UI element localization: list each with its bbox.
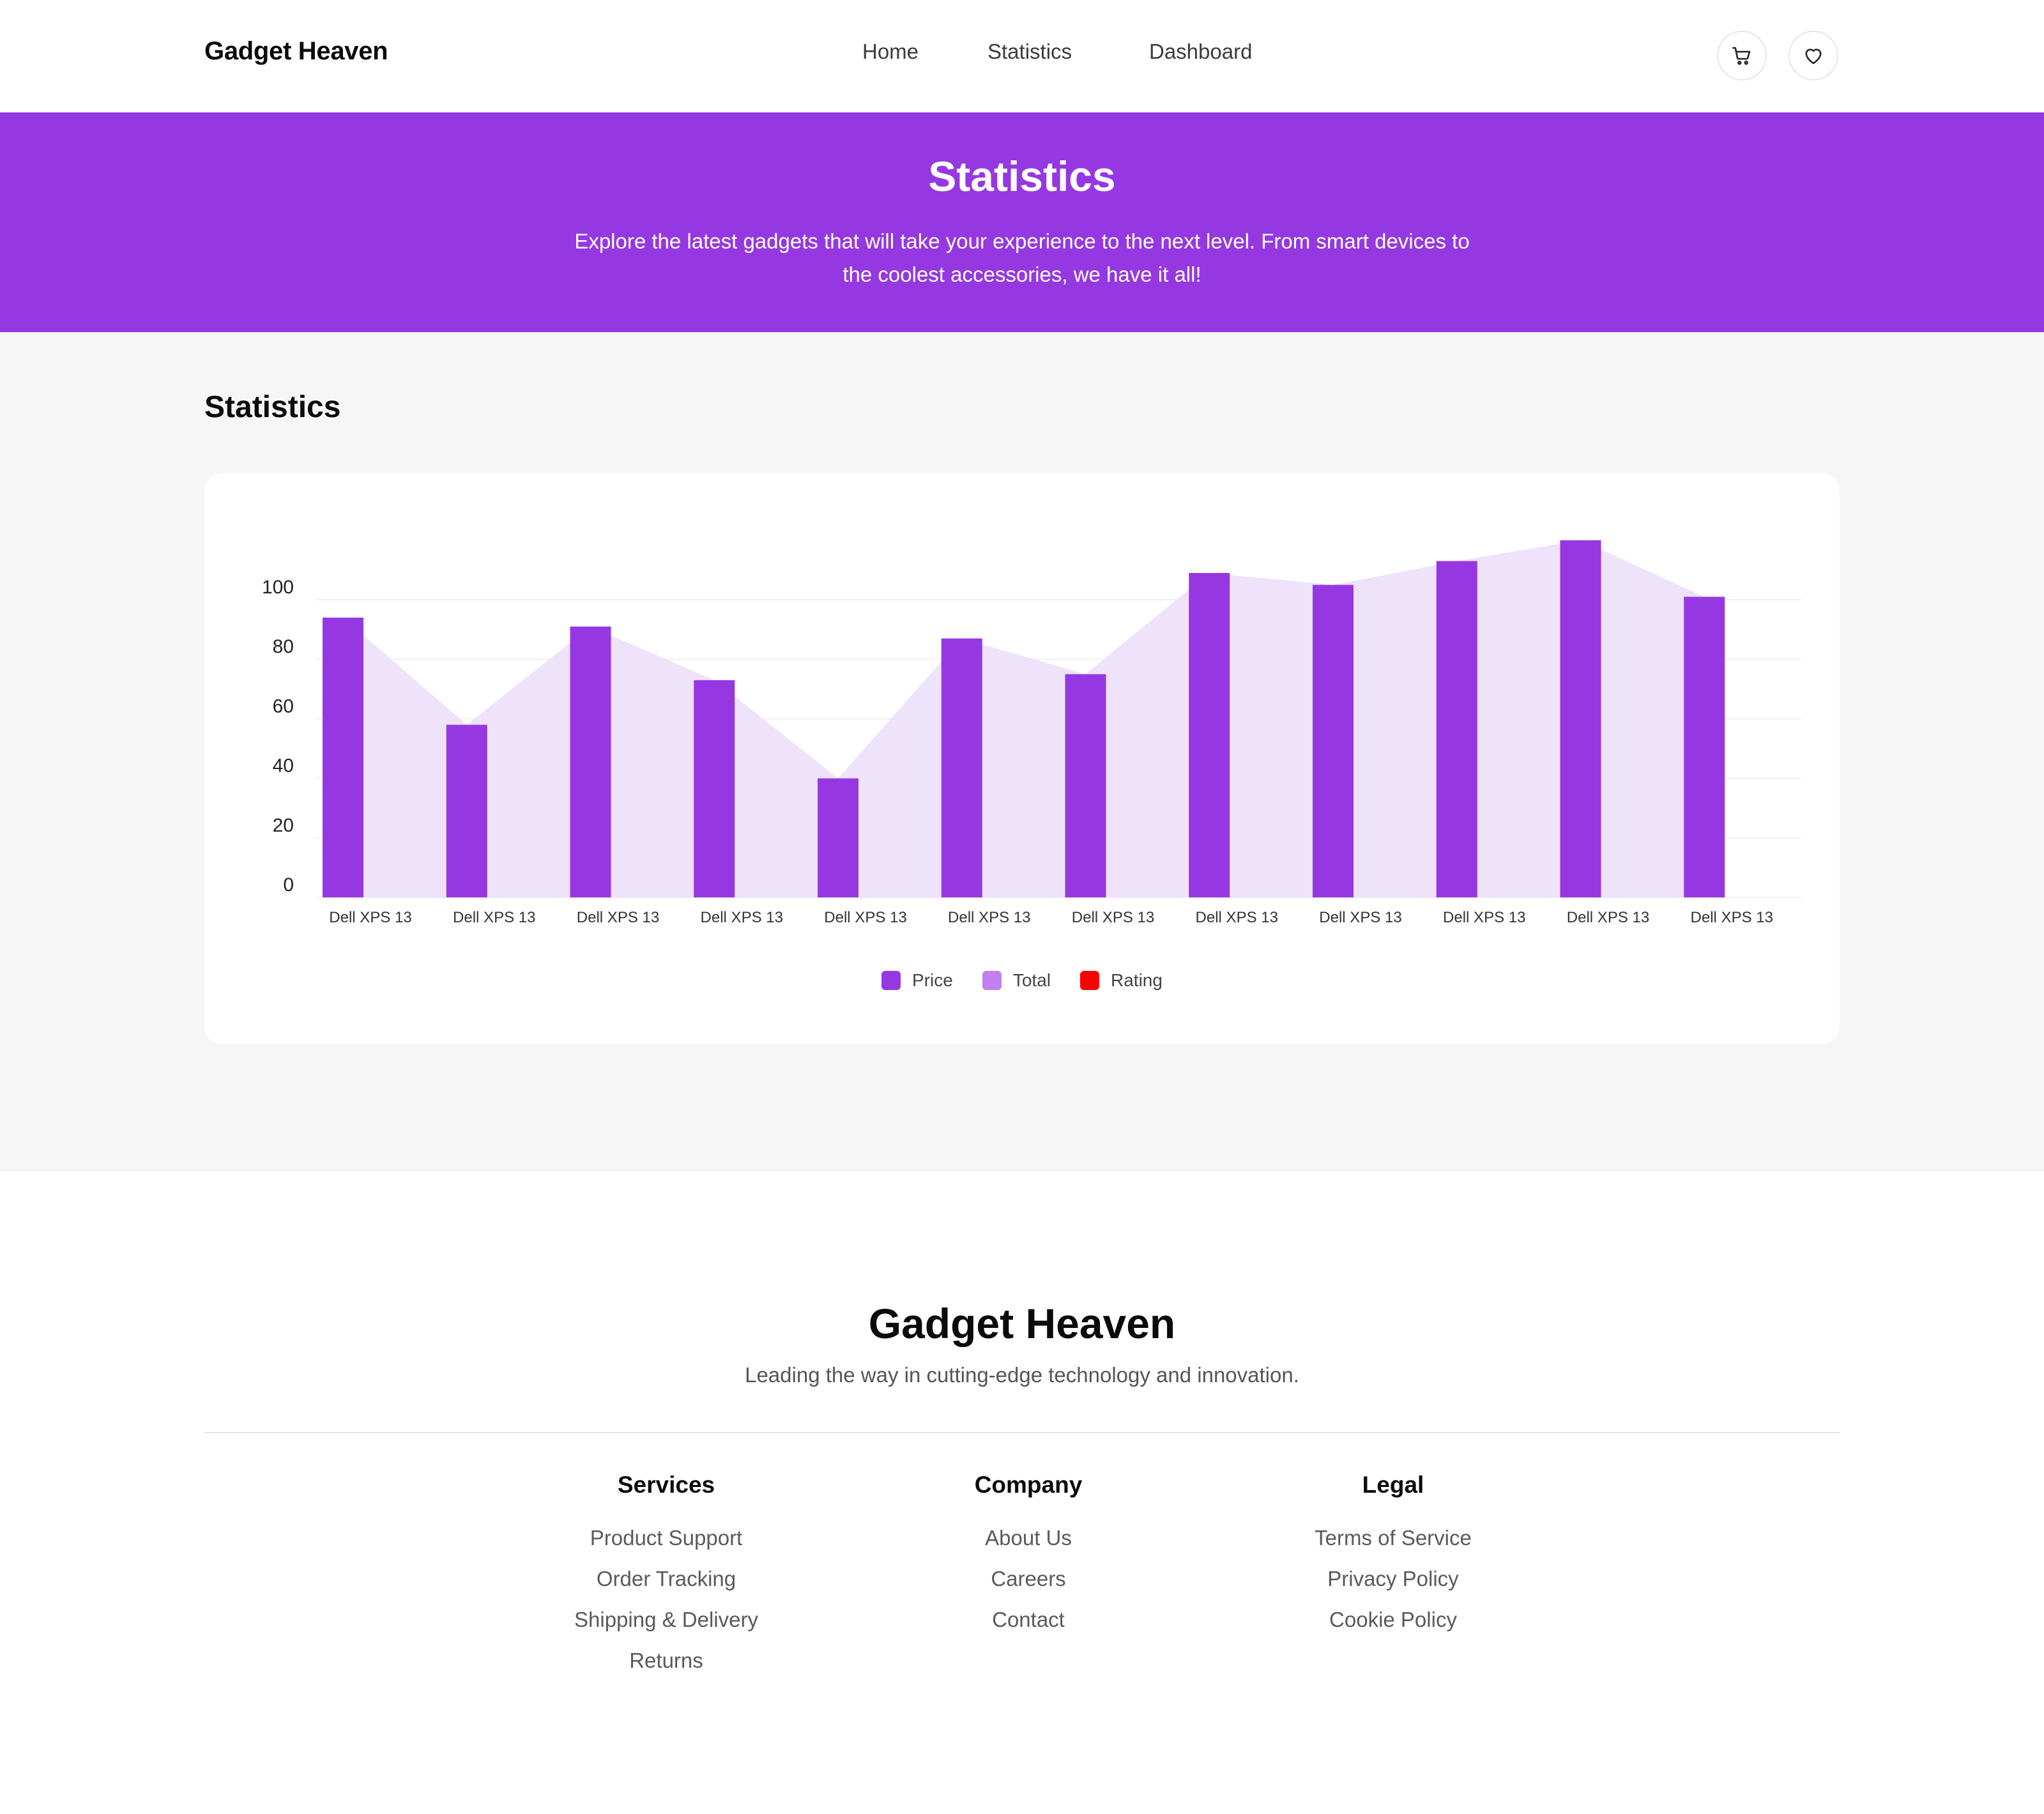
footer-column-title: Legal [1362,1472,1424,1498]
x-tick-label: Dell XPS 13 [1319,909,1401,926]
price-bar [446,724,487,897]
x-tick-label: Dell XPS 13 [1443,909,1525,926]
x-tick-label: Dell XPS 13 [329,909,411,926]
hero-banner: Statistics Explore the latest gadgets th… [0,112,2044,332]
legend-label-price: Price [912,970,953,990]
section-title: Statistics [204,390,341,424]
banner-subtitle: Explore the latest gadgets that will tak… [511,225,1533,291]
legend-item-price[interactable]: Price [881,968,953,993]
x-tick-label: Dell XPS 13 [1691,909,1773,926]
nav-link-dashboard[interactable]: Dashboard [1149,40,1252,64]
main-content: Statistics 0 20 40 60 80 100 Dell XPS 13 Dell X… [0,332,2044,1171]
nav-link-home[interactable]: Home [862,40,919,64]
footer-link-cookie-policy[interactable]: Cookie Policy [1233,1599,1553,1640]
banner-subtitle-line: Explore the latest gadgets that will tak… [574,229,1470,253]
y-tick-label: 0 [283,874,294,896]
x-tick-label: Dell XPS 13 [1567,909,1649,926]
legend-swatch-rating [1080,971,1099,990]
price-bar [818,778,858,897]
total-area-series [343,540,1705,897]
price-bar [1065,674,1106,897]
x-tick-label: Dell XPS 13 [453,909,535,926]
y-tick-label: 60 [273,696,294,717]
price-bar [1313,584,1354,897]
footer-column-title: Company [974,1472,1083,1498]
y-tick-label: 80 [273,636,294,657]
price-bar [1436,561,1477,897]
cart-button[interactable] [1717,31,1767,80]
footer-link-product-support[interactable]: Product Support [507,1518,826,1559]
wishlist-button[interactable] [1788,31,1838,80]
footer-link-order-tracking[interactable]: Order Tracking [507,1559,826,1599]
price-bar [570,626,611,897]
footer: Gadget Heaven Leading the way in cutting… [0,1171,2044,1814]
footer-link-returns[interactable]: Returns [507,1640,826,1681]
footer-link-contact[interactable]: Contact [869,1599,1188,1640]
legend-swatch-total [982,971,1002,990]
statistics-chart: 0 20 40 60 80 100 Dell XPS 13 Dell XPS 13 Dell X… [262,540,1801,926]
x-tick-label: Dell XPS 13 [701,909,783,926]
footer-column-title: Services [617,1472,715,1498]
chart-legend: Price Total Rating [204,968,1840,993]
y-tick-label: 100 [262,577,294,598]
navbar: Gadget Heaven Home Statistics Dashboard [0,0,2044,112]
footer-column-services: Services Product Support Order Tracking … [507,1472,826,1681]
footer-column-company: Company About Us Careers Contact [869,1472,1188,1640]
price-bar [323,617,363,897]
legend-item-total[interactable]: Total [982,968,1051,993]
chart-card: 0 20 40 60 80 100 Dell XPS 13 Dell XPS 13 Dell X… [204,473,1840,1044]
footer-divider [204,1432,1840,1433]
heart-icon [1805,49,1822,65]
price-bar [941,638,982,897]
legend-label-rating: Rating [1111,970,1163,990]
footer-link-careers[interactable]: Careers [869,1559,1188,1599]
footer-tagline: Leading the way in cutting-edge technolo… [745,1363,1299,1387]
footer-link-terms-of-service[interactable]: Terms of Service [1233,1518,1553,1559]
price-bar [1189,573,1230,897]
footer-brand: Gadget Heaven [868,1300,1176,1347]
cart-icon [1732,47,1751,65]
y-tick-label: 20 [273,815,294,836]
price-bar [1684,597,1725,897]
price-bar [1560,540,1601,897]
x-tick-label: Dell XPS 13 [948,909,1030,926]
x-tick-label: Dell XPS 13 [1196,909,1278,926]
price-bar [694,680,735,897]
legend-label-total: Total [1012,970,1051,990]
footer-column-legal: Legal Terms of Service Privacy Policy Co… [1233,1472,1553,1640]
footer-link-shipping-delivery[interactable]: Shipping & Delivery [507,1599,826,1640]
legend-item-rating[interactable]: Rating [1080,968,1163,993]
legend-swatch-price [881,971,901,990]
footer-link-privacy-policy[interactable]: Privacy Policy [1233,1559,1553,1599]
x-tick-label: Dell XPS 13 [1072,909,1154,926]
nav-link-statistics[interactable]: Statistics [988,40,1072,64]
x-tick-label: Dell XPS 13 [577,909,659,926]
x-tick-label: Dell XPS 13 [824,909,906,926]
banner-subtitle-line: the coolest accessories, we have it all! [843,263,1201,286]
banner-title: Statistics [928,153,1116,200]
footer-link-about-us[interactable]: About Us [869,1518,1188,1559]
y-tick-label: 40 [273,756,294,777]
